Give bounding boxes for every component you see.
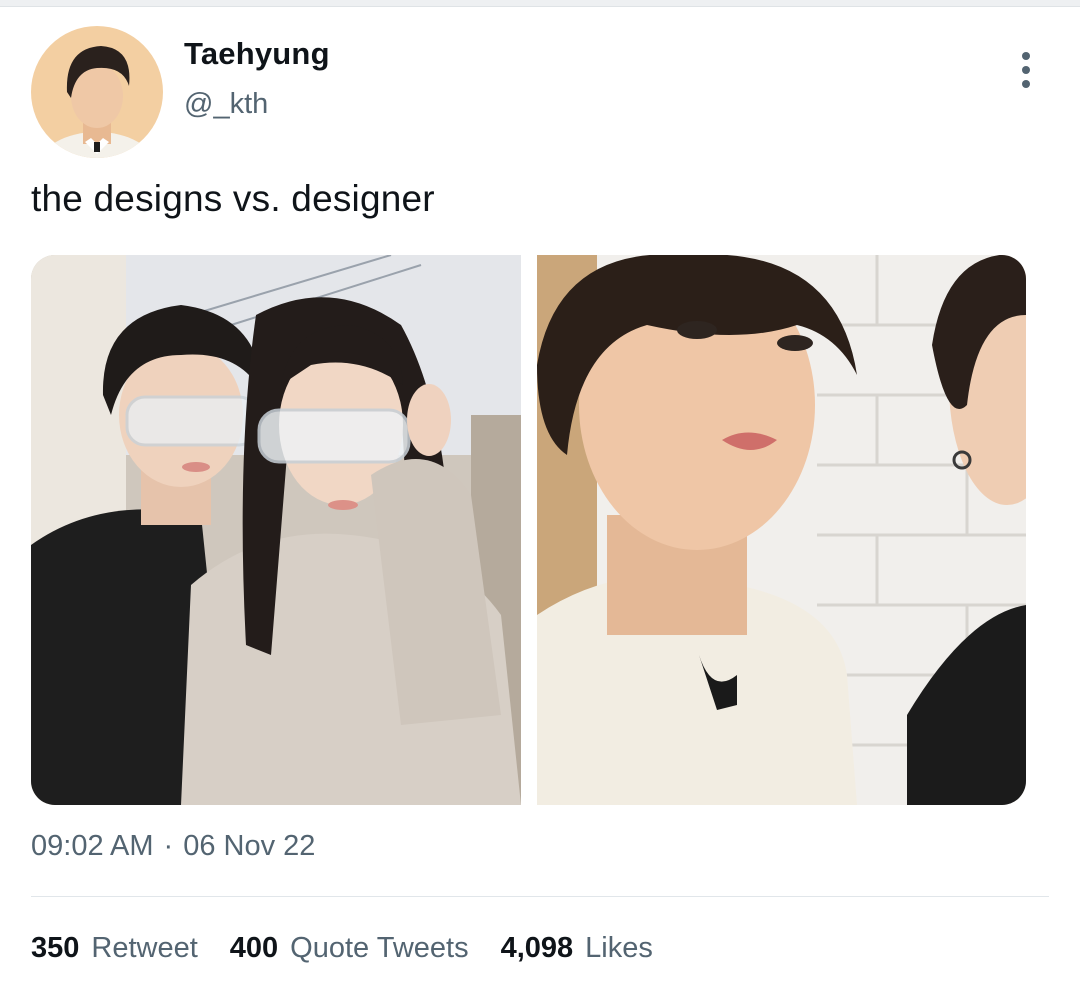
quote-tweets-stat[interactable]: 400 Quote Tweets (230, 932, 469, 965)
tweet-date: 06 Nov 22 (183, 830, 316, 862)
retweet-count: 350 (31, 932, 80, 964)
retweet-label: Retweet (91, 932, 198, 964)
quote-label: Quote Tweets (290, 932, 469, 964)
avatar[interactable] (31, 26, 163, 158)
author-display-name[interactable]: Taehyung (184, 36, 330, 72)
more-options-button[interactable] (1008, 48, 1044, 92)
more-icon-dot (1022, 52, 1030, 60)
engagement-stats: 350 Retweet 400 Quote Tweets 4,098 Likes (31, 932, 653, 965)
photo-children-goggles (31, 255, 521, 805)
likes-stat[interactable]: 4,098 Likes (501, 932, 653, 965)
author-handle[interactable]: @_kth (184, 88, 268, 121)
tweet-time: 09:02 AM (31, 830, 154, 862)
divider (31, 896, 1049, 897)
retweets-stat[interactable]: 350 Retweet (31, 932, 198, 965)
tweet-text: the designs vs. designer (31, 178, 435, 219)
avatar-image (31, 26, 163, 158)
more-icon-dot (1022, 80, 1030, 88)
photo-designer-selfie (537, 255, 1026, 805)
timestamp-separator: · (163, 830, 174, 862)
media-photo-1[interactable] (31, 255, 521, 805)
quote-count: 400 (229, 932, 279, 964)
tweet-detail: Taehyung @_kth the designs vs. designer (0, 0, 1080, 1000)
like-count: 4,098 (500, 932, 574, 964)
more-icon-dot (1022, 66, 1030, 74)
like-label: Likes (585, 932, 653, 964)
tweet-timestamp[interactable]: 09:02 AM · 06 Nov 22 (31, 830, 315, 863)
media-photo-2[interactable] (537, 255, 1026, 805)
media-grid (31, 255, 1026, 805)
